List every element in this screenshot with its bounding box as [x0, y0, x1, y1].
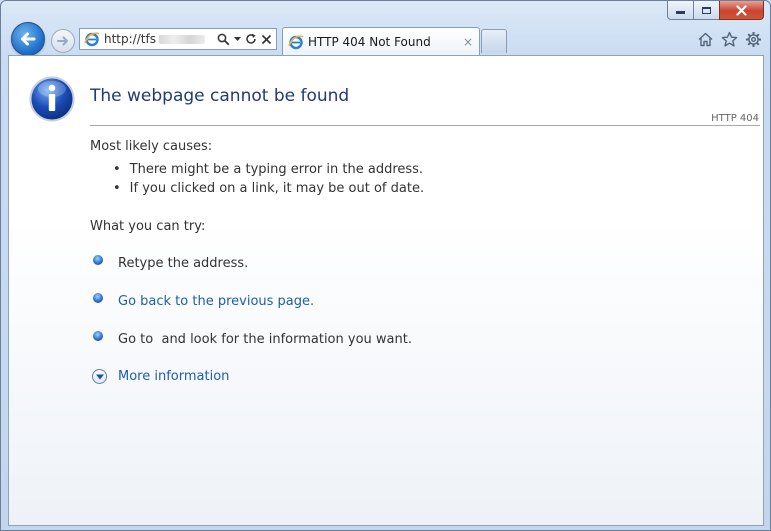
expand-icon — [92, 369, 107, 384]
back-arrow-icon — [21, 32, 36, 46]
minimize-icon — [676, 11, 685, 14]
more-information-toggle[interactable]: More information — [92, 369, 229, 384]
tab-title: HTTP 404 Not Found — [308, 34, 431, 49]
home-icon — [698, 32, 712, 46]
causes-list: There might be a typing error in the add… — [113, 160, 424, 198]
address-url-redacted — [158, 34, 205, 44]
bullet-icon — [93, 292, 103, 303]
search-icon[interactable] — [217, 33, 230, 46]
try-item-go-back: Go back to the previous page. — [93, 292, 314, 309]
maximize-button[interactable] — [693, 1, 719, 20]
forward-button[interactable] — [51, 29, 75, 53]
try-heading: What you can try: — [90, 219, 206, 234]
causes-heading: Most likely causes: — [90, 139, 213, 154]
minimize-button[interactable] — [667, 1, 693, 20]
tools-button[interactable] — [744, 30, 762, 48]
list-item: If you clicked on a link, it may be out … — [113, 179, 424, 198]
tab-close-button[interactable]: × — [463, 35, 473, 49]
browser-window: http://tfs HTTP 404 Not Found × The webp… — [0, 0, 771, 531]
bullet-icon — [93, 254, 103, 265]
try-item-text: Go to and look for the information you w… — [118, 332, 412, 347]
star-icon — [721, 31, 737, 47]
home-button[interactable] — [696, 30, 714, 48]
list-item: There might be a typing error in the add… — [113, 160, 424, 179]
back-button[interactable] — [11, 22, 45, 56]
maximize-icon — [702, 6, 711, 14]
info-icon — [29, 76, 75, 122]
address-bar[interactable]: http://tfs — [79, 28, 277, 50]
title-divider — [90, 125, 760, 126]
page-title: The webpage cannot be found — [90, 86, 350, 106]
try-item-retype: Retype the address. — [93, 254, 249, 271]
new-tab-button[interactable] — [481, 29, 507, 53]
address-tools — [217, 33, 276, 46]
go-back-link[interactable]: Go back to the previous page. — [118, 294, 314, 309]
forward-arrow-icon — [57, 36, 68, 46]
http-status-code: HTTP 404 — [711, 113, 759, 124]
more-information-label: More information — [118, 369, 230, 384]
browser-tools — [696, 30, 762, 48]
favorites-button[interactable] — [720, 30, 738, 48]
internet-explorer-icon — [84, 32, 100, 47]
try-item-go-to: Go to and look for the information you w… — [93, 330, 412, 347]
page-content: The webpage cannot be found HTTP 404 Mos… — [8, 55, 764, 526]
tab-http-404[interactable]: HTTP 404 Not Found × — [282, 27, 480, 55]
gear-icon — [745, 31, 761, 47]
try-item-text: Retype the address. — [118, 256, 249, 271]
refresh-icon[interactable] — [245, 33, 257, 45]
address-url-text: http://tfs — [104, 32, 156, 46]
chevron-down-icon[interactable] — [234, 36, 241, 42]
close-window-button[interactable] — [719, 1, 764, 20]
internet-explorer-icon — [288, 34, 304, 49]
window-caption-buttons — [667, 1, 764, 20]
close-icon — [736, 4, 747, 16]
close-icon[interactable] — [261, 34, 272, 45]
bullet-icon — [93, 330, 103, 341]
